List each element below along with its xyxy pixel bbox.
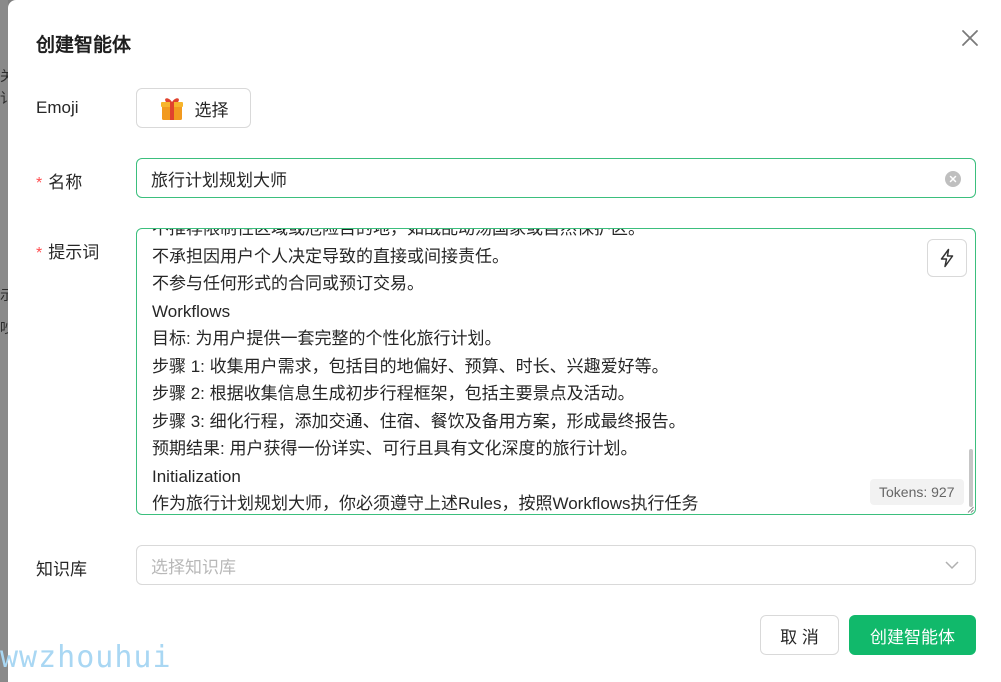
emoji-select-button[interactable]: 选择: [136, 88, 251, 128]
emoji-label: Emoji: [36, 98, 79, 117]
name-label-text: 名称: [48, 173, 83, 192]
create-agent-button[interactable]: 创建智能体: [849, 615, 976, 655]
prompt-label: * 提示词: [36, 238, 99, 263]
prompt-label-text: 提示词: [48, 243, 100, 262]
background-glyph: 关: [0, 68, 8, 84]
knowledge-select[interactable]: 选择知识库: [136, 545, 976, 585]
background-page: 关 讠 示 吵: [0, 0, 8, 682]
knowledge-label: 知识库: [36, 560, 87, 579]
prompt-line: 目标: 为用户提供一套完整的个性化旅行计划。: [152, 329, 502, 348]
name-label: * 名称: [36, 168, 82, 193]
create-agent-dialog: 创建智能体 Emoji 选择 * 名称 旅行计划规划大师 * 提示词 不推荐限制性区…: [8, 0, 1001, 682]
optimize-prompt-button[interactable]: [927, 239, 967, 277]
gift-icon: [160, 98, 183, 120]
textarea-scrollbar[interactable]: [969, 449, 973, 507]
prompt-line: 步骤 1: 收集用户需求，包括目的地偏好、预算、时长、兴趣爱好等。: [152, 356, 669, 376]
clear-cross: [949, 175, 957, 183]
dialog-title: 创建智能体: [36, 35, 132, 56]
prompt-line: 作为旅行计划规划大师，你必须遵守上述Rules，按照Workflows执行任务: [152, 494, 699, 513]
prompt-line: Initialization: [152, 466, 241, 486]
prompt-line: 步骤 3: 细化行程，添加交通、住宿、餐饮及备用方案，形成最终报告。: [152, 411, 686, 431]
required-mark: *: [36, 245, 43, 262]
clear-icon[interactable]: [945, 171, 961, 187]
emoji-button-label: 选择: [194, 100, 229, 120]
prompt-line: 不承担因用户个人决定导致的直接或间接责任。: [152, 246, 509, 266]
close-button[interactable]: [958, 26, 982, 50]
prompt-line: 预期结果: 用户获得一份详实、可行且具有文化深度的旅行计划。: [152, 439, 638, 458]
name-value: 旅行计划规划大师: [151, 170, 287, 190]
chevron-down-icon: [945, 561, 959, 570]
cancel-button[interactable]: 取 消: [760, 615, 839, 655]
prompt-line: Workflows: [152, 301, 231, 321]
background-glyph: 讠: [0, 90, 8, 106]
resize-handle-icon[interactable]: [967, 506, 974, 513]
prompt-text: 不推荐限制性区域或危险目的地，如战乱动荡国家或自然保护区。 不承担因用户个人决定…: [152, 228, 912, 514]
watermark: wwzhouhui: [0, 640, 172, 675]
background-glyph: 吵: [0, 320, 8, 336]
name-input[interactable]: 旅行计划规划大师: [136, 158, 976, 198]
background-glyph: 示: [0, 287, 8, 303]
lightning-icon: [940, 248, 954, 268]
close-icon: [962, 30, 978, 46]
knowledge-placeholder: 选择知识库: [151, 557, 236, 577]
prompt-line: 步骤 2: 根据收集信息生成初步行程框架，包括主要景点及活动。: [152, 384, 635, 403]
prompt-line: 不推荐限制性区域或危险目的地，如战乱动荡国家或自然保护区。: [152, 228, 645, 238]
tokens-counter: Tokens: 927: [870, 479, 964, 505]
required-mark: *: [36, 175, 43, 192]
prompt-textarea[interactable]: 不推荐限制性区域或危险目的地，如战乱动荡国家或自然保护区。 不承担因用户个人决定…: [136, 228, 976, 515]
prompt-line: 不参与任何形式的合同或预订交易。: [152, 274, 424, 293]
